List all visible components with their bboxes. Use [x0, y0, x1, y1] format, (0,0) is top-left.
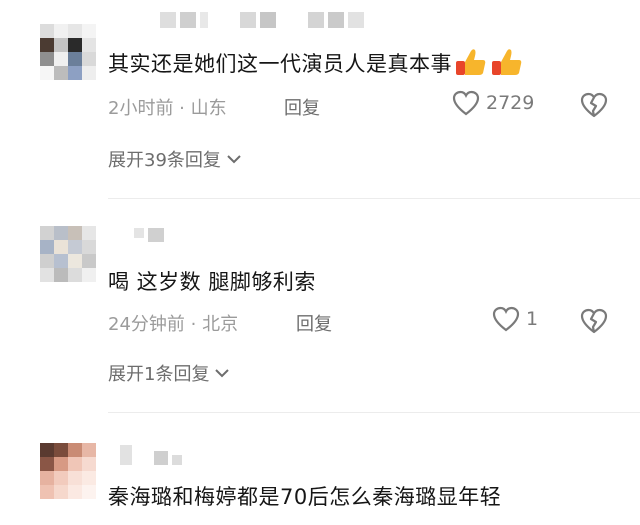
avatar[interactable]: [40, 226, 96, 282]
comment-meta: 2小时前 · 山东: [108, 98, 227, 119]
reply-button[interactable]: 回复: [284, 94, 320, 120]
heart-icon: [492, 306, 520, 332]
comment-item: 秦海璐和梅婷都是70后怎么秦海璐显年轻: [0, 415, 640, 525]
like-count: 2729: [486, 92, 535, 114]
username-redacted[interactable]: [160, 12, 364, 28]
like-button[interactable]: 2729: [452, 90, 534, 116]
comment-item: 其实还是她们这一代演员人是真本事 2小时前 · 山东 回复 2729 展开39条…: [0, 0, 640, 200]
username-redacted[interactable]: [120, 445, 182, 465]
divider: [108, 198, 640, 199]
broken-heart-icon: [580, 92, 608, 118]
comment-item: 喝 这岁数 腿脚够利索 24分钟前 · 北京 回复 1 展开1条回复: [0, 200, 640, 415]
like-count: 1: [526, 308, 539, 330]
expand-replies-label: 展开39条回复: [108, 150, 221, 171]
expand-replies-button[interactable]: 展开39条回复: [108, 146, 243, 172]
avatar[interactable]: [40, 24, 96, 80]
comment-text: 喝 这岁数 腿脚够利索: [108, 270, 316, 294]
expand-replies-button[interactable]: 展开1条回复: [108, 360, 231, 386]
avatar[interactable]: [40, 443, 96, 499]
chevron-down-icon: [225, 149, 243, 170]
divider: [108, 412, 640, 413]
dislike-button[interactable]: [580, 92, 608, 118]
reply-button[interactable]: 回复: [296, 310, 332, 336]
comment-text: 秦海璐和梅婷都是70后怎么秦海璐显年轻: [108, 485, 502, 509]
comment-meta: 24分钟前 · 北京: [108, 314, 239, 335]
like-button[interactable]: 1: [492, 306, 538, 332]
thumbs-up-emoji-icon: [490, 47, 524, 82]
username-redacted[interactable]: [134, 228, 164, 242]
thumbs-up-emoji-icon: [454, 47, 488, 82]
dislike-button[interactable]: [580, 308, 608, 334]
heart-icon: [452, 90, 480, 116]
chevron-down-icon: [213, 363, 231, 384]
comment-text-content: 其实还是她们这一代演员人是真本事: [108, 52, 452, 76]
comment-text: 其实还是她们这一代演员人是真本事: [108, 47, 524, 82]
expand-replies-label: 展开1条回复: [108, 364, 210, 385]
broken-heart-icon: [580, 308, 608, 334]
